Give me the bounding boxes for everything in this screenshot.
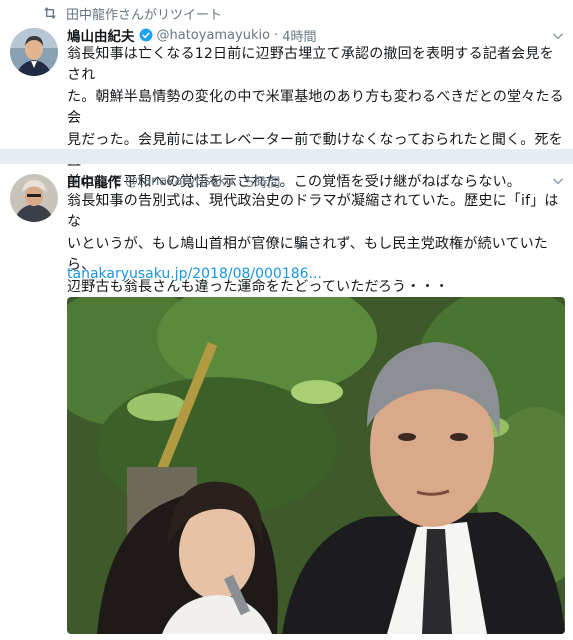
tweet-tanaka[interactable]: 田中龍作 @tanakaryusaku · 5時間 翁長知事の告別式は、現代政治… — [0, 163, 573, 640]
avatar-tanaka[interactable] — [10, 174, 58, 222]
article-link[interactable]: tanakaryusaku.jp/2018/08/000186... — [67, 266, 322, 282]
timestamp[interactable]: 4時間 — [282, 26, 316, 45]
tweet-photo[interactable] — [67, 297, 565, 634]
timeline-divider — [0, 150, 573, 163]
retweet-context-label: 田中龍作さんがリツイート — [66, 7, 223, 23]
user-handle[interactable]: @tanakaryusaku — [125, 174, 234, 189]
display-name[interactable]: 田中龍作 — [67, 171, 121, 191]
separator-dot: · — [274, 27, 279, 43]
timestamp[interactable]: 5時間 — [246, 172, 280, 191]
retweet-icon — [44, 7, 56, 19]
tweet-text-line: 翁長知事は亡くなる12日前に辺野古埋立て承認の撤回を表明する記者会見をされ — [67, 46, 554, 84]
tweet-header: 鳩山由紀夫 @hatoyamayukio · 4時間 — [67, 25, 317, 46]
tweet-hatoyama[interactable]: 田中龍作さんがリツイート 鳩山由紀夫 @hatoyamayukio · 4時間 … — [0, 0, 573, 190]
tweet-text-line: た。朝鮮半島情勢の変化の中で米軍基地のあり方も変わるべきだとの堂々たる会 — [67, 88, 564, 127]
verified-badge-icon — [139, 28, 152, 42]
user-handle[interactable]: @hatoyamayukio — [157, 28, 271, 43]
avatar-hatoyama[interactable] — [10, 28, 58, 76]
tweet-header: 田中龍作 @tanakaryusaku · 5時間 — [67, 171, 280, 192]
chevron-down-icon[interactable] — [551, 29, 565, 43]
tweet-text-line: 翁長知事の告別式は、現代政治史のドラマが凝縮されていた。歴史に「if」はな — [67, 193, 559, 231]
display-name[interactable]: 鳩山由紀夫 — [67, 25, 135, 45]
separator-dot: · — [237, 173, 243, 189]
chevron-down-icon[interactable] — [551, 174, 565, 188]
retweet-context: 田中龍作さんがリツイート — [42, 4, 223, 23]
